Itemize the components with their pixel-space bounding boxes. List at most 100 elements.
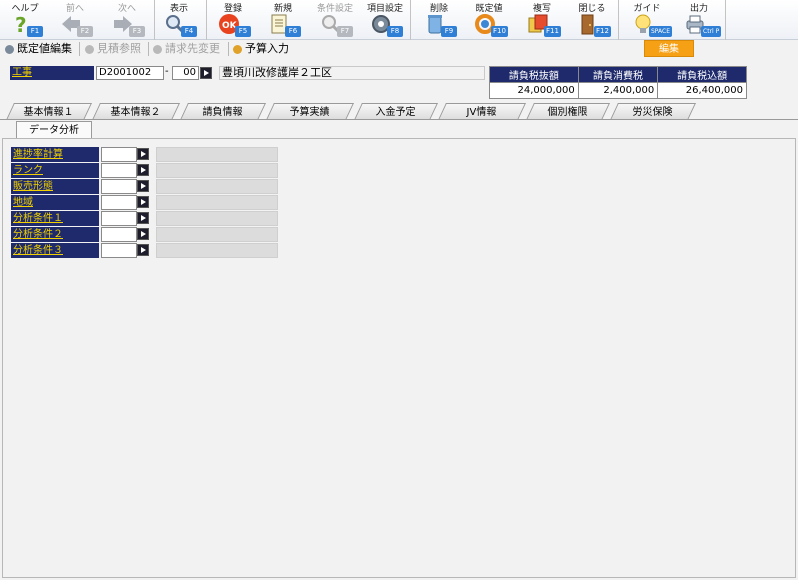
- lookup-button[interactable]: [137, 212, 149, 224]
- progress-calc-lookup[interactable]: [137, 147, 151, 162]
- tab-basic-info-1[interactable]: 基本情報１: [6, 103, 92, 120]
- subtab-data-analysis[interactable]: データ分析: [16, 121, 92, 138]
- close-button[interactable]: 閉じる F12: [567, 0, 617, 40]
- analysis-cond-1-input[interactable]: [101, 211, 137, 226]
- new-fkey: F6: [285, 26, 301, 37]
- value-tax: 2,400,000: [577, 82, 659, 99]
- copy-fkey: F11: [544, 26, 561, 37]
- output-button[interactable]: 出力 Ctrl P: [674, 0, 724, 40]
- sales-type-lookup[interactable]: [137, 179, 151, 194]
- analysis-cond-2-input[interactable]: [101, 227, 137, 242]
- prev-button[interactable]: 前へ F2: [50, 0, 100, 40]
- default-values-button[interactable]: 既定値 F10: [464, 0, 514, 40]
- next-fkey: F3: [129, 26, 145, 37]
- svg-text:?: ?: [15, 13, 27, 35]
- analysis-cond-2-lookup[interactable]: [137, 227, 151, 242]
- lookup-button[interactable]: [137, 148, 149, 160]
- prev-fkey: F2: [77, 26, 93, 37]
- help-button[interactable]: ヘルプ ? F1: [0, 0, 50, 40]
- lookup-button[interactable]: [137, 164, 149, 176]
- lookup-button[interactable]: [137, 228, 149, 240]
- tab-bar: 基本情報１ 基本情報２ 請負情報 予算実績 入金予定 JV情報 個別権限 労災保…: [0, 103, 798, 120]
- analysis-cond-3-input[interactable]: [101, 243, 137, 258]
- budget-input-button[interactable]: 予算入力: [230, 41, 289, 57]
- tab-divider: [0, 119, 798, 120]
- new-button[interactable]: 新規 F6: [258, 0, 308, 40]
- analysis-cond-2-desc: [156, 227, 278, 242]
- tab-workers-comp[interactable]: 労災保険: [610, 103, 696, 120]
- lookup-button[interactable]: [137, 196, 149, 208]
- mode-badge: 編集: [644, 40, 694, 57]
- value-excl-tax: 24,000,000: [489, 82, 579, 99]
- guide-fkey: SPACE: [649, 26, 673, 37]
- region-desc: [156, 195, 278, 210]
- next-button[interactable]: 次へ F3: [102, 0, 152, 40]
- region-label[interactable]: 地域: [11, 195, 99, 210]
- tab-payment-schedule[interactable]: 入金予定: [354, 103, 438, 120]
- display-button[interactable]: 表示 F4: [154, 0, 204, 40]
- lookup-button[interactable]: [137, 180, 149, 192]
- estimate-ref-button[interactable]: 見積参照: [82, 41, 141, 57]
- tab-budget-actual[interactable]: 予算実績: [266, 103, 354, 120]
- tab-contract-info[interactable]: 請負情報: [180, 103, 266, 120]
- progress-calc-label[interactable]: 進捗率計算: [11, 147, 99, 162]
- analysis-cond-1-lookup[interactable]: [137, 211, 151, 226]
- tab-individual-permission[interactable]: 個別権限: [526, 103, 610, 120]
- analysis-cond-3-lookup[interactable]: [137, 243, 151, 258]
- register-button[interactable]: 登録 OK F5: [208, 0, 258, 40]
- region-input[interactable]: [101, 195, 137, 210]
- tab-jv-info[interactable]: JV情報: [438, 103, 526, 120]
- koji-label[interactable]: 工事: [10, 66, 94, 80]
- guide-button[interactable]: ガイド SPACE: [622, 0, 673, 40]
- copy-button[interactable]: 複写 F11: [517, 0, 567, 40]
- header-incl-tax: 請負税込額: [657, 66, 747, 83]
- estimate-icon: [85, 45, 94, 54]
- item-settings-fkey: F8: [387, 26, 403, 37]
- condition-settings-button[interactable]: 条件設定 F7: [310, 0, 360, 40]
- koji-code-field[interactable]: D2001002: [96, 66, 164, 80]
- amount-table: 請負税抜額 請負消費税 請負税込額 24,000,000 2,400,000 2…: [489, 66, 747, 99]
- koji-branch-field[interactable]: 00: [172, 66, 199, 80]
- rank-input[interactable]: [101, 163, 137, 178]
- billing-change-label: 請求先変更: [165, 42, 220, 55]
- progress-calc-input[interactable]: [101, 147, 137, 162]
- rank-label[interactable]: ランク: [11, 163, 99, 178]
- condition-settings-fkey: F7: [337, 26, 353, 37]
- analysis-cond-3-desc: [156, 243, 278, 258]
- help-fkey: F1: [27, 26, 43, 37]
- divider: [228, 42, 229, 56]
- tab-basic-info-2[interactable]: 基本情報２: [92, 103, 180, 120]
- region-lookup[interactable]: [137, 195, 151, 210]
- estimate-ref-label: 見積参照: [97, 42, 141, 55]
- analysis-cond-1-label[interactable]: 分析条件１: [11, 211, 99, 226]
- rank-lookup[interactable]: [137, 163, 151, 178]
- sales-type-input[interactable]: [101, 179, 137, 194]
- progress-calc-desc: [156, 147, 278, 162]
- header-tax: 請負消費税: [577, 66, 659, 83]
- budget-icon: [233, 45, 242, 54]
- analysis-cond-3-label[interactable]: 分析条件３: [11, 243, 99, 258]
- value-incl-tax: 26,400,000: [657, 82, 747, 99]
- header-excl-tax: 請負税抜額: [489, 66, 579, 83]
- koji-lookup-button[interactable]: [200, 67, 212, 79]
- default-edit-button[interactable]: 既定値編集: [2, 41, 72, 57]
- close-fkey: F12: [594, 26, 611, 37]
- register-fkey: F5: [235, 26, 251, 37]
- analysis-cond-2-label[interactable]: 分析条件２: [11, 227, 99, 242]
- sales-type-desc: [156, 179, 278, 194]
- edit-icon: [5, 45, 14, 54]
- lookup-button[interactable]: [137, 244, 149, 256]
- output-fkey: Ctrl P: [701, 26, 722, 37]
- divider: [79, 42, 80, 56]
- rank-desc: [156, 163, 278, 178]
- billing-change-button[interactable]: 請求先変更: [150, 41, 220, 57]
- code-separator: -: [165, 66, 169, 77]
- sales-type-label[interactable]: 販売形態: [11, 179, 99, 194]
- delete-button[interactable]: 削除 F9: [414, 0, 464, 40]
- item-settings-button[interactable]: 項目設定 F8: [360, 0, 410, 40]
- budget-input-label: 予算入力: [245, 42, 289, 55]
- delete-fkey: F9: [441, 26, 457, 37]
- divider: [148, 42, 149, 56]
- toolbar: ヘルプ ? F1 前へ F2 次へ F3 表示 F4 登録 OK F5 新規 F…: [0, 0, 798, 40]
- display-fkey: F4: [181, 26, 197, 37]
